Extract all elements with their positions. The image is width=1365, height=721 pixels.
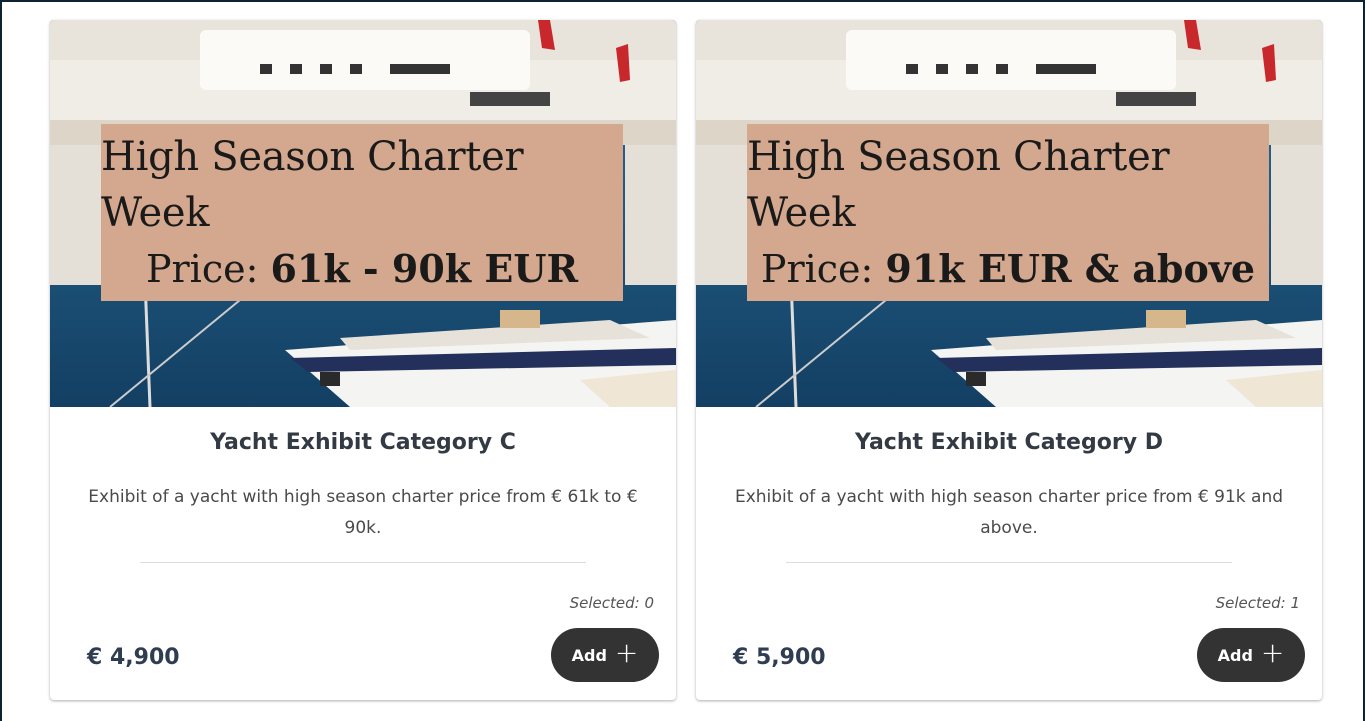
price-banner: High Season Charter Week Price: 91k EUR …	[747, 124, 1269, 301]
banner-title: High Season Charter Week	[101, 133, 524, 236]
product-price: € 5,900	[733, 645, 826, 670]
price-banner: High Season Charter Week Price: 61k - 90…	[101, 124, 623, 301]
add-button[interactable]: Add +	[1197, 628, 1305, 682]
banner-price-value: 61k - 90k EUR	[270, 245, 579, 291]
selected-count: Selected: 0	[569, 594, 654, 612]
banner-price-prefix: Price:	[760, 246, 886, 291]
divider	[140, 562, 586, 563]
product-description: Exhibit of a yacht with high season char…	[88, 487, 638, 538]
add-button-label: Add	[1217, 645, 1253, 665]
divider	[786, 562, 1232, 563]
product-card-category-d: High Season Charter Week Price: 91k EUR …	[696, 20, 1322, 700]
banner-price: Price: 61k - 90k EUR	[146, 241, 578, 297]
selected-count: Selected: 1	[1215, 594, 1300, 612]
product-grid: High Season Charter Week Price: 61k - 90…	[2, 2, 1363, 721]
yacht-harbor-image: High Season Charter Week Price: 91k EUR …	[696, 20, 1322, 407]
banner-title: High Season Charter Week	[747, 133, 1170, 236]
banner-price: Price: 91k EUR & above	[761, 241, 1255, 297]
add-button-label: Add	[571, 645, 607, 665]
plus-icon: +	[614, 636, 639, 669]
plus-icon: +	[1260, 636, 1285, 669]
product-card-category-c: High Season Charter Week Price: 61k - 90…	[50, 20, 676, 700]
add-button[interactable]: Add +	[551, 628, 659, 682]
banner-price-value: 91k EUR & above	[885, 245, 1256, 291]
yacht-harbor-image: High Season Charter Week Price: 61k - 90…	[50, 20, 676, 407]
product-title: Yacht Exhibit Category D	[855, 430, 1163, 455]
product-title: Yacht Exhibit Category C	[210, 430, 516, 455]
product-price: € 4,900	[87, 645, 180, 670]
product-description: Exhibit of a yacht with high season char…	[734, 487, 1284, 538]
banner-price-prefix: Price:	[145, 246, 271, 291]
